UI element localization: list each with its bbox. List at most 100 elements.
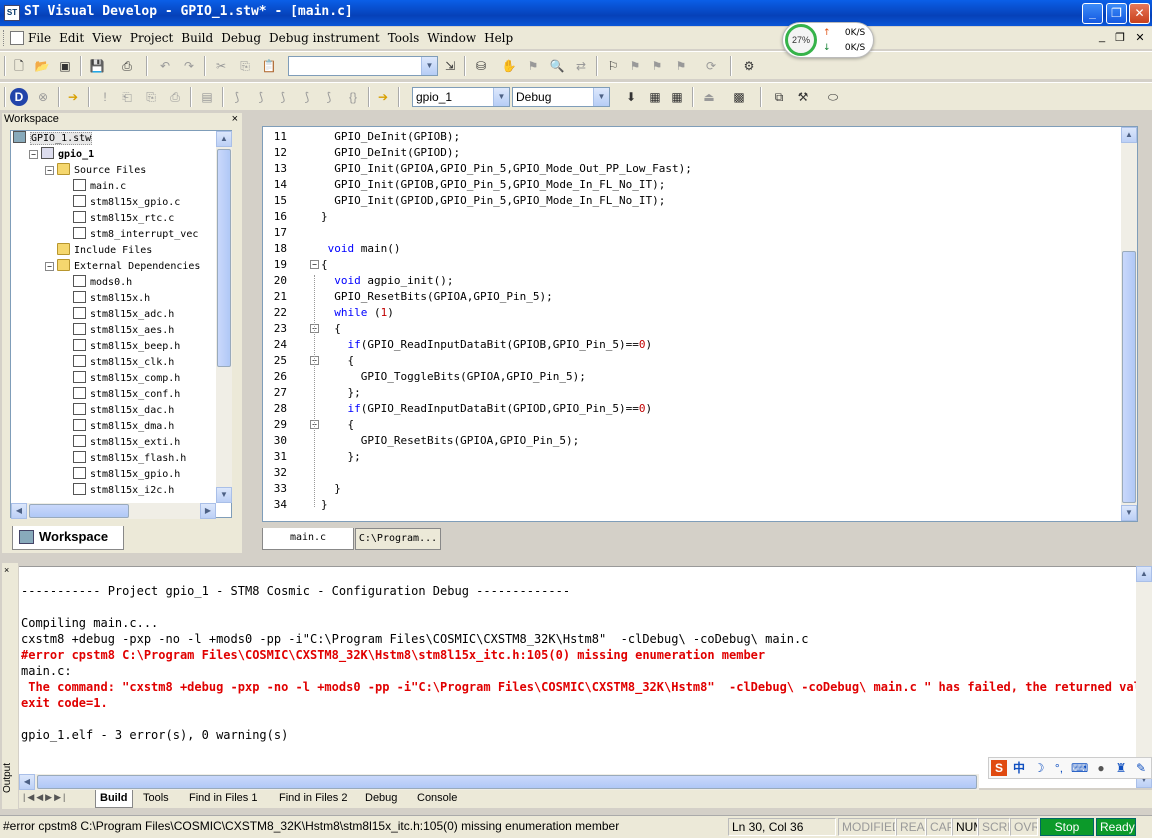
- output-line[interactable]: ----------- Project gpio_1 - STM8 Cosmic…: [21, 583, 570, 599]
- tree-item[interactable]: stm8_interrupt_vec: [61, 227, 198, 243]
- tree-item[interactable]: stm8l15x_conf.h: [61, 387, 180, 403]
- find-icon[interactable]: ⇲: [441, 57, 459, 75]
- minimize-button[interactable]: _: [1082, 3, 1103, 24]
- menu-item[interactable]: Help: [484, 31, 513, 45]
- code-line[interactable]: 29 {: [263, 417, 1119, 433]
- tree-item[interactable]: stm8l15x_beep.h: [61, 339, 180, 355]
- code-line[interactable]: 17: [263, 225, 1119, 241]
- stop-build-icon[interactable]: ⏏: [700, 88, 718, 106]
- scroll-right-icon[interactable]: ▶: [200, 503, 216, 519]
- collapse-icon[interactable]: −: [45, 262, 54, 271]
- project-combo[interactable]: gpio_1 ▼: [412, 87, 510, 107]
- step-over-icon[interactable]: ⎘: [142, 88, 160, 106]
- watch-icon[interactable]: ▤: [198, 88, 216, 106]
- network-speed-widget[interactable]: 27% ↑ 0K/S ↓ 0K/S: [782, 22, 874, 58]
- compile-file-icon[interactable]: ⬇: [622, 88, 640, 106]
- output-line[interactable]: gpio_1.elf - 3 error(s), 0 warning(s): [21, 727, 288, 743]
- output-tab[interactable]: Build: [95, 790, 133, 808]
- undo-icon[interactable]: ↶: [156, 57, 174, 75]
- code-line[interactable]: 18 void main(): [263, 241, 1119, 257]
- find-in-files-icon[interactable]: ⛁: [472, 57, 490, 75]
- editor-vertical-scrollbar[interactable]: ▲ ▼: [1121, 127, 1137, 521]
- output-tab[interactable]: Debug: [361, 790, 401, 808]
- next-flag-icon[interactable]: ⚑: [626, 57, 644, 75]
- tree-item[interactable]: main.c: [61, 179, 126, 195]
- tree-item[interactable]: stm8l15x_gpio.h: [61, 467, 180, 483]
- code-line[interactable]: 16}: [263, 209, 1119, 225]
- code-line[interactable]: 24 if(GPIO_ReadInputDataBit(GPIOB,GPIO_P…: [263, 337, 1119, 353]
- chevron-down-icon[interactable]: ▼: [493, 88, 509, 106]
- scroll-up-icon[interactable]: ▲: [216, 131, 232, 147]
- chevron-down-icon[interactable]: ▼: [593, 88, 609, 106]
- code-line[interactable]: 26 GPIO_ToggleBits(GPIOA,GPIO_Pin_5);: [263, 369, 1119, 385]
- redo-icon[interactable]: ↷: [180, 57, 198, 75]
- batch-build-icon[interactable]: ⟆: [320, 88, 338, 106]
- code-line[interactable]: 13 GPIO_Init(GPIOA,GPIO_Pin_5,GPIO_Mode_…: [263, 161, 1119, 177]
- menu-item[interactable]: Edit: [59, 31, 84, 45]
- scroll-thumb[interactable]: [1122, 251, 1136, 503]
- collapse-icon[interactable]: −: [29, 150, 38, 159]
- mdi-restore-button[interactable]: ❐: [1112, 31, 1128, 45]
- code-line[interactable]: 32: [263, 465, 1119, 481]
- code-line[interactable]: 31 };: [263, 449, 1119, 465]
- build-icon[interactable]: ⟆: [252, 88, 270, 106]
- output-panel[interactable]: ----------- Project gpio_1 - STM8 Cosmic…: [19, 566, 1152, 788]
- find-combo[interactable]: ▼: [288, 56, 438, 76]
- tree-item[interactable]: stm8l15x_aes.h: [61, 323, 174, 339]
- maximize-button[interactable]: ❐: [1106, 3, 1127, 24]
- tree-item[interactable]: Include Files: [45, 243, 152, 259]
- output-horizontal-scrollbar[interactable]: ◀: [19, 774, 979, 790]
- mdi-close-button[interactable]: ✕: [1132, 31, 1148, 45]
- tree-item[interactable]: − gpio_1: [29, 147, 94, 163]
- menu-item[interactable]: File: [28, 31, 51, 45]
- tab-nav-arrows-icon[interactable]: |◀◀▶▶|: [23, 792, 67, 803]
- moon-icon[interactable]: ☽: [1031, 760, 1047, 776]
- menu-item[interactable]: Window: [427, 31, 476, 45]
- output-vertical-scrollbar[interactable]: ▲ ▼: [1136, 566, 1152, 788]
- output-error-line[interactable]: #error cpstm8 C:\Program Files\COSMIC\CX…: [21, 647, 765, 663]
- scroll-up-icon[interactable]: ▲: [1136, 566, 1152, 582]
- settings-icon[interactable]: ⚒: [794, 88, 812, 106]
- tree-item[interactable]: stm8l15x_i2c.h: [61, 483, 174, 499]
- output-line[interactable]: main.c:: [21, 663, 72, 679]
- scroll-down-icon[interactable]: ▼: [216, 487, 232, 503]
- flag-icon[interactable]: ⚐: [604, 57, 622, 75]
- mdi-minimize-button[interactable]: _: [1094, 31, 1110, 45]
- code-line[interactable]: 21 GPIO_ResetBits(GPIOA,GPIO_Pin_5);: [263, 289, 1119, 305]
- code-line[interactable]: 20 void agpio_init();: [263, 273, 1119, 289]
- replace-icon[interactable]: ⇄: [572, 57, 590, 75]
- go-icon[interactable]: ➔: [374, 88, 392, 106]
- stop-debug-icon[interactable]: ⊗: [34, 88, 52, 106]
- editor-tab[interactable]: C:\Program...: [355, 528, 441, 550]
- menu-item[interactable]: Project: [130, 31, 173, 45]
- code-line[interactable]: 34}: [263, 497, 1119, 513]
- punctuation-icon[interactable]: °,: [1051, 760, 1067, 776]
- fold-toggle-icon[interactable]: −: [310, 260, 319, 269]
- configuration-combo[interactable]: Debug ▼: [512, 87, 610, 107]
- tree-item[interactable]: stm8l15x_dma.h: [61, 419, 174, 435]
- tree-item[interactable]: stm8l15x_gpio.c: [61, 195, 180, 211]
- code-line[interactable]: 22 while (1): [263, 305, 1119, 321]
- copy-icon[interactable]: ⎘: [236, 57, 254, 75]
- collapse-icon[interactable]: −: [45, 166, 54, 175]
- tree-item[interactable]: − External Dependencies: [45, 259, 200, 275]
- output-error-line[interactable]: exit code=1.: [21, 695, 108, 711]
- output-tab[interactable]: Tools: [139, 790, 173, 808]
- output-tab[interactable]: Console: [413, 790, 461, 808]
- scroll-thumb[interactable]: [29, 504, 129, 518]
- scroll-left-icon[interactable]: ◀: [19, 774, 35, 790]
- close-button[interactable]: ✕: [1129, 3, 1150, 24]
- code-line[interactable]: 25 {: [263, 353, 1119, 369]
- code-line[interactable]: 11 GPIO_DeInit(GPIOB);: [263, 129, 1119, 145]
- tree-item[interactable]: − Source Files: [45, 163, 146, 179]
- scroll-down-icon[interactable]: ▼: [1121, 505, 1137, 521]
- menu-item[interactable]: View: [92, 31, 122, 45]
- tree-item[interactable]: stm8l15x_adc.h: [61, 307, 174, 323]
- tree-item[interactable]: stm8l15x_comp.h: [61, 371, 180, 387]
- tree-item[interactable]: stm8l15x_exti.h: [61, 435, 180, 451]
- menu-item[interactable]: Build: [181, 31, 213, 45]
- editor-tab[interactable]: main.c: [262, 528, 354, 550]
- sogou-s-icon[interactable]: S: [991, 760, 1007, 776]
- output-error-line[interactable]: The command: "cxstm8 +debug -pxp -no -l …: [21, 679, 1152, 695]
- workspace-tab[interactable]: Workspace: [12, 526, 124, 550]
